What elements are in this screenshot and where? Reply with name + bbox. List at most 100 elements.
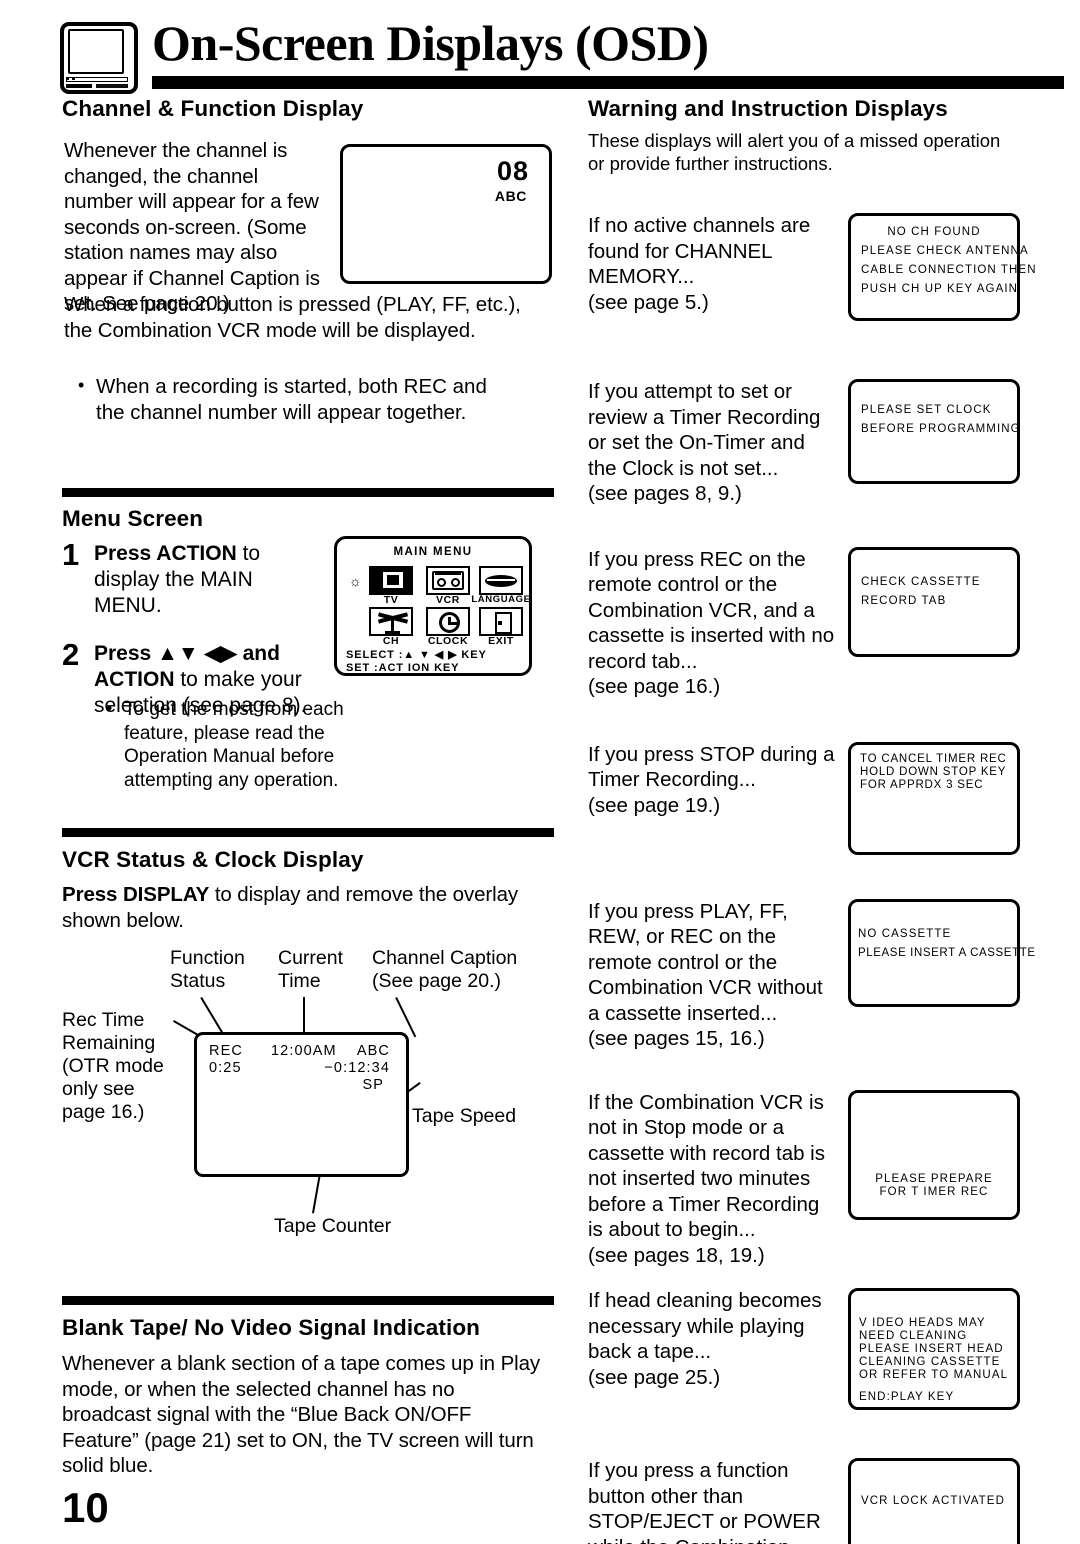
osd-line: PLEASE INSERT HEAD xyxy=(859,1343,1004,1355)
osd-cancel-timer-rec: TO CANCEL TIMER REC HOLD DOWN STOP KEY F… xyxy=(848,741,1020,855)
osd-function-status: REC xyxy=(209,1043,243,1059)
warning-text: If the Combination VCR is not in Stop mo… xyxy=(588,1090,825,1267)
step-number: 2 xyxy=(62,637,80,672)
menu-bullet-list: To get the most from each feature, pleas… xyxy=(102,697,364,792)
osd-channel-display: 08 ABC xyxy=(340,144,552,284)
vcr-status-intro: Press DISPLAY to display and remove the … xyxy=(62,882,538,933)
section-divider xyxy=(62,828,554,837)
page-title: On-Screen Displays (OSD) xyxy=(152,15,709,71)
main-menu-title: MAIN MENU xyxy=(393,546,473,558)
list-item: When a recording is started, both REC an… xyxy=(74,373,504,425)
manual-page: On-Screen Displays (OSD) Channel & Funct… xyxy=(0,0,1080,1544)
section-divider xyxy=(62,488,554,497)
step2-and: and xyxy=(236,642,280,665)
osd-line: NEED CLEANING xyxy=(859,1330,968,1342)
tv-icon[interactable] xyxy=(369,566,413,595)
osd-no-ch-found: NO CH FOUND PLEASE CHECK ANTENNA CABLE C… xyxy=(848,213,1036,321)
section-blank-tape: Blank Tape/ No Video Signal Indication W… xyxy=(62,1296,554,1479)
vcr-intro-bold: Press DISPLAY xyxy=(62,883,210,906)
osd-line: OR REFER TO MANUAL xyxy=(859,1369,1009,1381)
label-channel-caption: Channel Caption (See page 20.) xyxy=(372,947,518,992)
label-tape-counter: Tape Counter xyxy=(274,1215,392,1237)
section-menu-screen: Menu Screen 1 Press ACTION to display th… xyxy=(62,488,554,828)
osd-line: FOR APPRDX 3 SEC xyxy=(860,778,984,791)
step2-press: Press xyxy=(94,642,158,665)
section-channel-function-display: Channel & Function Display Whenever the … xyxy=(62,96,554,488)
osd-line: PUSH CH UP KEY AGAIN xyxy=(861,283,1019,295)
section-title-blank-tape: Blank Tape/ No Video Signal Indication xyxy=(62,1315,481,1340)
left-column: Channel & Function Display Whenever the … xyxy=(62,96,554,1479)
osd-check-cassette: CHECK CASSETTE RECORD TAB xyxy=(848,546,1020,657)
section-divider xyxy=(62,1296,554,1305)
warning-item: If you press PLAY, FF, REW, or REC on th… xyxy=(588,898,1035,1052)
osd-current-time: 12:00AM xyxy=(271,1043,337,1059)
osd-main-menu: MAIN MENU ☼ TV VCR LANGUAGE CH CLOCK EXI… xyxy=(334,536,532,676)
osd-line: CHECK CASSETTE xyxy=(861,575,981,588)
channel-para-2: When a function button is pressed (PLAY,… xyxy=(64,293,521,342)
warning-item: If you attempt to set or review a Timer … xyxy=(588,379,1024,507)
label-rec-time-remaining: Rec Time Remaining (OTR mode only see pa… xyxy=(62,1009,164,1123)
warning-text: If you press PLAY, FF, REW, or REC on th… xyxy=(588,899,823,1051)
page-header: On-Screen Displays (OSD) xyxy=(0,8,1080,94)
door-icon[interactable] xyxy=(479,607,523,636)
osd-rec-time-remaining: 0:25 xyxy=(209,1060,242,1076)
warning-text: If you press STOP during a Timer Recordi… xyxy=(588,742,835,817)
leader-line xyxy=(303,997,305,1035)
osd-line: BEFORE PROGRAMMING xyxy=(861,423,1021,435)
osd-line: CABLE CONNECTION THEN xyxy=(861,264,1037,276)
osd-please-prepare-timer: PLEASE PREPARE FOR T IMER REC xyxy=(848,1089,1020,1220)
antenna-icon[interactable] xyxy=(369,607,413,636)
osd-line: CLEANING CASSETTE xyxy=(859,1356,1001,1368)
osd-channel-number: 08 xyxy=(496,156,529,186)
warning-text: If head cleaning becomes necessary while… xyxy=(588,1289,822,1389)
step-number: 1 xyxy=(62,537,80,572)
osd-channel-caption: ABC xyxy=(356,1043,390,1059)
lips-icon[interactable] xyxy=(479,566,523,595)
tv-vcr-combo-icon xyxy=(60,22,138,94)
blank-tape-para: Whenever a blank section of a tape comes… xyxy=(62,1352,541,1477)
warning-text: If you press a function button other tha… xyxy=(588,1459,821,1544)
warning-intro: These displays will alert you of a misse… xyxy=(588,130,1001,174)
section-title-menu-screen: Menu Screen xyxy=(62,506,204,531)
osd-video-heads-cleaning: V IDEO HEADS MAY NEED CLEANING PLEASE IN… xyxy=(848,1288,1020,1410)
osd-tape-counter: −0:12:34 xyxy=(324,1060,390,1076)
cursor-pointer-icon: ☼ xyxy=(349,573,362,589)
osd-line: VCR LOCK ACTIVATED xyxy=(861,1495,1005,1507)
warning-item: If you press STOP during a Timer Recordi… xyxy=(588,741,1024,855)
main-menu-footer-select: SELECT :▲ ▼ ◀ ▶ KEY xyxy=(346,649,487,661)
channel-bullet-list: When a recording is started, both REC an… xyxy=(74,373,504,425)
main-menu-label-vcr: VCR xyxy=(436,594,460,606)
osd-line: NO CASSETTE xyxy=(858,927,952,940)
list-item: To get the most from each feature, pleas… xyxy=(102,697,364,792)
warning-text: If you attempt to set or review a Timer … xyxy=(588,380,821,505)
label-tape-speed: Tape Speed xyxy=(412,1105,517,1127)
menu-step-1: 1 Press ACTION to display the MAIN MENU. xyxy=(62,537,312,619)
label-function-status: Function Status xyxy=(170,947,245,992)
osd-tape-speed: SP xyxy=(362,1077,384,1093)
warning-item: If head cleaning becomes necessary while… xyxy=(588,1288,1024,1410)
main-menu-label-language: LANGUAGE xyxy=(471,594,531,605)
section-vcr-status-clock: VCR Status & Clock Display Press DISPLAY… xyxy=(62,828,554,1296)
osd-line: NO CH FOUND xyxy=(887,226,981,238)
clock-icon[interactable] xyxy=(426,607,470,636)
warning-item: If the Combination VCR is not in Stop mo… xyxy=(588,1089,1024,1269)
osd-please-set-clock: PLEASE SET CLOCK BEFORE PROGRAMMING xyxy=(848,379,1020,484)
osd-channel-caption: ABC xyxy=(494,188,527,204)
osd-vcr-status-screen: REC 0:25 12:00AM ABC −0:12:34 SP xyxy=(194,1032,409,1177)
main-menu-label-tv: TV xyxy=(383,594,399,606)
warning-text: If you press REC on the remote control o… xyxy=(588,547,835,699)
warning-item: If you press a function button other tha… xyxy=(588,1458,1024,1544)
main-menu-footer-set: SET :ACT ION KEY xyxy=(346,662,460,674)
cassette-icon[interactable] xyxy=(426,566,470,595)
warning-item: If no active channels are found for CHAN… xyxy=(588,213,1036,321)
step1-bold: Press ACTION xyxy=(94,542,237,565)
arrow-keys-icon: ▲▼ ◀▶ xyxy=(157,642,237,665)
osd-line: V IDEO HEADS MAY xyxy=(859,1317,986,1329)
osd-line: TO CANCEL TIMER REC xyxy=(860,752,1007,765)
osd-line: PLEASE CHECK ANTENNA xyxy=(861,245,1029,257)
osd-line: FOR T IMER REC xyxy=(879,1185,989,1198)
page-number: 10 xyxy=(62,1484,109,1531)
warning-item: If you press REC on the remote control o… xyxy=(588,546,1024,700)
osd-line: END:PLAY KEY xyxy=(859,1391,955,1403)
osd-vcr-lock-activated: VCR LOCK ACTIVATED xyxy=(848,1458,1020,1544)
